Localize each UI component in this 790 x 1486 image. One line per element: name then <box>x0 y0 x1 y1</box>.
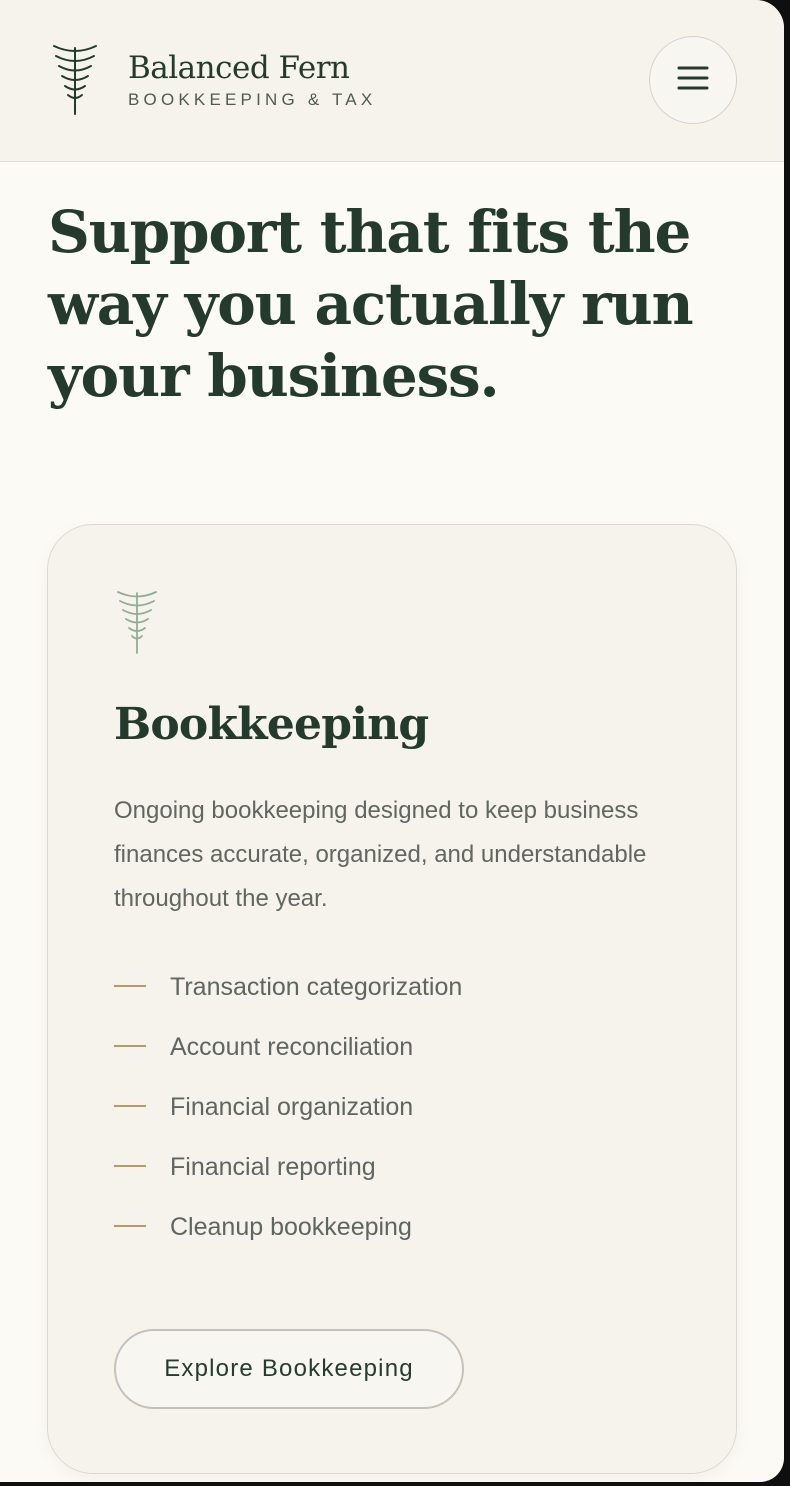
fern-logo-icon[interactable] <box>50 42 100 116</box>
dash-icon <box>114 1105 146 1107</box>
list-item: Account reconciliation <box>114 1019 462 1079</box>
fern-icon <box>114 589 160 655</box>
feature-label: Financial reporting <box>170 1153 376 1181</box>
card-title: Bookkeeping <box>114 699 429 750</box>
menu-button[interactable] <box>649 36 737 124</box>
hero-title: Support that fits the way you actually r… <box>48 198 694 410</box>
list-item: Transaction categorization <box>114 959 462 1019</box>
feature-list: Transaction categorization Account recon… <box>114 959 462 1259</box>
feature-label: Account reconciliation <box>170 1033 414 1061</box>
list-item: Financial reporting <box>114 1139 462 1199</box>
list-item: Cleanup bookkeeping <box>114 1199 462 1259</box>
dash-icon <box>114 1225 146 1227</box>
explore-bookkeeping-button[interactable]: Explore Bookkeeping <box>114 1329 464 1409</box>
card-description: Ongoing bookkeeping designed to keep bus… <box>114 797 647 912</box>
brand-name[interactable]: Balanced Fern <box>128 50 350 86</box>
dash-icon <box>114 1045 146 1047</box>
dash-icon <box>114 1165 146 1167</box>
feature-label: Financial organization <box>170 1093 414 1121</box>
list-item: Financial organization <box>114 1079 462 1139</box>
page-frame: Balanced Fern BOOKKEEPING & TAX Support … <box>0 0 784 1482</box>
brand-tagline: BOOKKEEPING & TAX <box>128 90 377 109</box>
feature-label: Transaction categorization <box>170 973 463 1001</box>
service-card-bookkeeping: Bookkeeping Ongoing bookkeeping designed… <box>47 524 737 1474</box>
hamburger-menu-icon <box>677 64 709 97</box>
feature-label: Cleanup bookkeeping <box>170 1213 412 1241</box>
site-header: Balanced Fern BOOKKEEPING & TAX <box>0 0 784 162</box>
dash-icon <box>114 985 146 987</box>
